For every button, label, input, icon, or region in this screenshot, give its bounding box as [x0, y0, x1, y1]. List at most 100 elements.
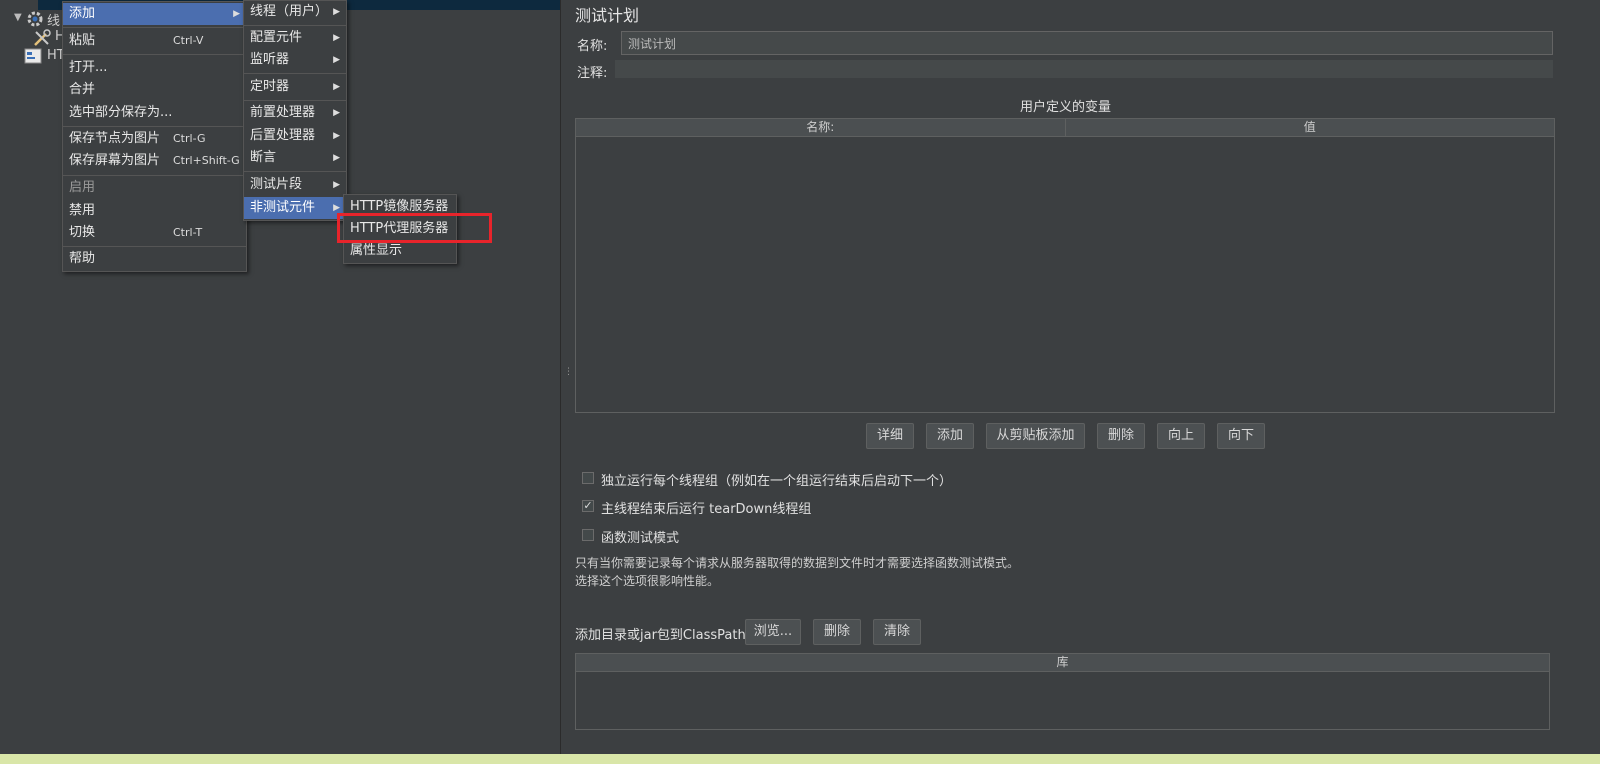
- menu-item-label: 断言: [250, 150, 277, 165]
- submenu-arrow-icon: ▶: [333, 180, 340, 190]
- submenu-arrow-icon: ▶: [333, 33, 340, 43]
- functional-mode-note-2: 选择这个选项很影响性能。: [575, 574, 720, 588]
- add-button[interactable]: 添加: [926, 423, 974, 449]
- move-down-button[interactable]: 向下: [1217, 423, 1265, 449]
- context-menu: 添加 ▶ 粘贴 Ctrl-V 打开... 合并 选中部分保存为... 保存节点为图片…: [62, 1, 247, 272]
- menu-item-label: 保存屏幕为图片: [69, 153, 161, 168]
- menu-item-label: 选中部分保存为...: [69, 105, 173, 120]
- menu-item-disable[interactable]: 禁用: [63, 200, 246, 222]
- functional-mode-label: 函数测试模式: [601, 531, 680, 546]
- functional-mode-checkbox[interactable]: [582, 529, 594, 541]
- menu-item-label: 切换: [69, 225, 96, 240]
- move-up-button[interactable]: 向上: [1157, 423, 1205, 449]
- menu-item-label: 定时器: [250, 79, 290, 94]
- menu-separator: [63, 54, 246, 55]
- menu-item-paste[interactable]: 粘贴 Ctrl-V: [63, 30, 246, 52]
- menu-item-label: 后置处理器: [250, 128, 316, 143]
- menu-separator: [244, 100, 346, 101]
- submenu-item-non-test-elements[interactable]: 非测试元件 ▶: [244, 197, 346, 219]
- add-submenu: 线程（用户） ▶ 配置元件 ▶ 监听器 ▶ 定时器 ▶ 前置处理器 ▶ 后置处理器 ▶ 断言…: [243, 0, 347, 221]
- submenu-arrow-icon: ▶: [333, 55, 340, 65]
- menu-item-help[interactable]: 帮助: [63, 248, 246, 270]
- menu-item-save-node-image[interactable]: 保存节点为图片 Ctrl-G: [63, 128, 246, 150]
- name-label: 名称:: [577, 39, 608, 54]
- sampler-tools-icon: [32, 28, 52, 48]
- menu-item-save-screen-image[interactable]: 保存屏幕为图片 Ctrl+Shift-G: [63, 150, 246, 172]
- menu-separator: [63, 27, 246, 28]
- submenu-item-pre-processor[interactable]: 前置处理器 ▶: [244, 102, 346, 124]
- submenu-item-timer[interactable]: 定时器 ▶: [244, 76, 346, 98]
- add-from-clipboard-button[interactable]: 从剪贴板添加: [986, 423, 1085, 449]
- menu-item-label: 帮助: [69, 251, 96, 266]
- splitter-grip-icon[interactable]: ⋮: [564, 368, 573, 386]
- listener-icon: [24, 48, 42, 64]
- classpath-clear-button[interactable]: 清除: [873, 619, 921, 645]
- submenu-item-config-element[interactable]: 配置元件 ▶: [244, 27, 346, 49]
- column-header-value[interactable]: 值: [1066, 119, 1555, 136]
- menu-shortcut: Ctrl-G: [173, 132, 206, 145]
- menu-separator: [244, 73, 346, 74]
- teardown-checkbox[interactable]: ✓: [582, 500, 594, 512]
- submenu-item-property-display[interactable]: 属性显示: [344, 240, 456, 262]
- delete-button[interactable]: 删除: [1097, 423, 1145, 449]
- menu-item-save-selection-as[interactable]: 选中部分保存为...: [63, 102, 246, 124]
- menu-item-label: 监听器: [250, 52, 290, 67]
- menu-item-label: 合并: [69, 82, 96, 97]
- menu-shortcut: Ctrl+Shift-G: [173, 154, 240, 167]
- submenu-item-listener[interactable]: 监听器 ▶: [244, 49, 346, 71]
- browse-button[interactable]: 浏览...: [745, 619, 801, 645]
- menu-item-label: 打开...: [69, 60, 108, 75]
- menu-separator: [63, 175, 246, 176]
- submenu-item-threads[interactable]: 线程（用户） ▶: [244, 1, 346, 23]
- classpath-delete-button[interactable]: 删除: [813, 619, 861, 645]
- classpath-label: 添加目录或jar包到ClassPath: [575, 628, 746, 643]
- menu-item-label: 属性显示: [350, 243, 403, 258]
- teardown-label: 主线程结束后运行 tearDown线程组: [601, 502, 812, 517]
- submenu-item-post-processor[interactable]: 后置处理器 ▶: [244, 125, 346, 147]
- column-header-library[interactable]: 库: [576, 654, 1549, 671]
- menu-separator: [63, 246, 246, 247]
- menu-item-label: 配置元件: [250, 30, 303, 45]
- name-field[interactable]: 测试计划: [621, 31, 1553, 55]
- menu-item-label: 非测试元件: [250, 200, 316, 215]
- submenu-arrow-icon: ▶: [333, 153, 340, 163]
- functional-mode-note-1: 只有当你需要记录每个请求从服务器取得的数据到文件时才需要选择函数测试模式。: [575, 556, 1020, 570]
- menu-item-add[interactable]: 添加 ▶: [63, 3, 246, 25]
- detail-button[interactable]: 详细: [866, 423, 914, 449]
- serialize-threadgroups-checkbox[interactable]: [582, 472, 594, 484]
- user-vars-header: 名称: 值: [576, 119, 1554, 137]
- submenu-item-assertion[interactable]: 断言 ▶: [244, 147, 346, 169]
- tree-item-thread-group[interactable]: 线: [47, 10, 60, 29]
- submenu-item-test-fragment[interactable]: 测试片段 ▶: [244, 174, 346, 196]
- menu-shortcut: Ctrl-V: [173, 34, 204, 47]
- menu-separator: [244, 25, 346, 26]
- user-vars-table[interactable]: 名称: 值: [575, 118, 1555, 413]
- menu-item-label: 保存节点为图片: [69, 131, 161, 146]
- menu-item-label: 添加: [69, 6, 96, 21]
- menu-shortcut: Ctrl-T: [173, 226, 203, 239]
- submenu-arrow-icon: ▶: [233, 9, 240, 19]
- menu-item-merge[interactable]: 合并: [63, 79, 246, 101]
- classpath-table[interactable]: 库: [575, 653, 1550, 730]
- menu-separator: [244, 171, 346, 172]
- menu-item-label: 禁用: [69, 203, 96, 218]
- comment-label: 注释:: [577, 66, 608, 81]
- submenu-arrow-icon: ▶: [333, 131, 340, 141]
- column-header-name[interactable]: 名称:: [576, 119, 1066, 136]
- menu-item-enable: 启用: [63, 177, 246, 199]
- highlight-annotation-box: [337, 213, 492, 243]
- bottom-strip: [0, 754, 1600, 764]
- menu-item-label: 粘贴: [69, 33, 96, 48]
- expand-arrow-icon[interactable]: ▼: [14, 12, 24, 23]
- classpath-header: 库: [576, 654, 1549, 672]
- menu-item-open[interactable]: 打开...: [63, 57, 246, 79]
- menu-item-toggle[interactable]: 切换 Ctrl-T: [63, 222, 246, 244]
- menu-item-label: 前置处理器: [250, 105, 316, 120]
- menu-item-label: HTTP镜像服务器: [350, 199, 449, 214]
- menu-separator: [63, 126, 246, 127]
- comment-field[interactable]: [615, 60, 1553, 78]
- serialize-threadgroups-label: 独立运行每个线程组（例如在一个组运行结束后启动下一个）: [601, 474, 953, 489]
- menu-item-label: 启用: [69, 180, 96, 195]
- menu-item-label: 测试片段: [250, 177, 303, 192]
- page-title: 测试计划: [575, 6, 640, 25]
